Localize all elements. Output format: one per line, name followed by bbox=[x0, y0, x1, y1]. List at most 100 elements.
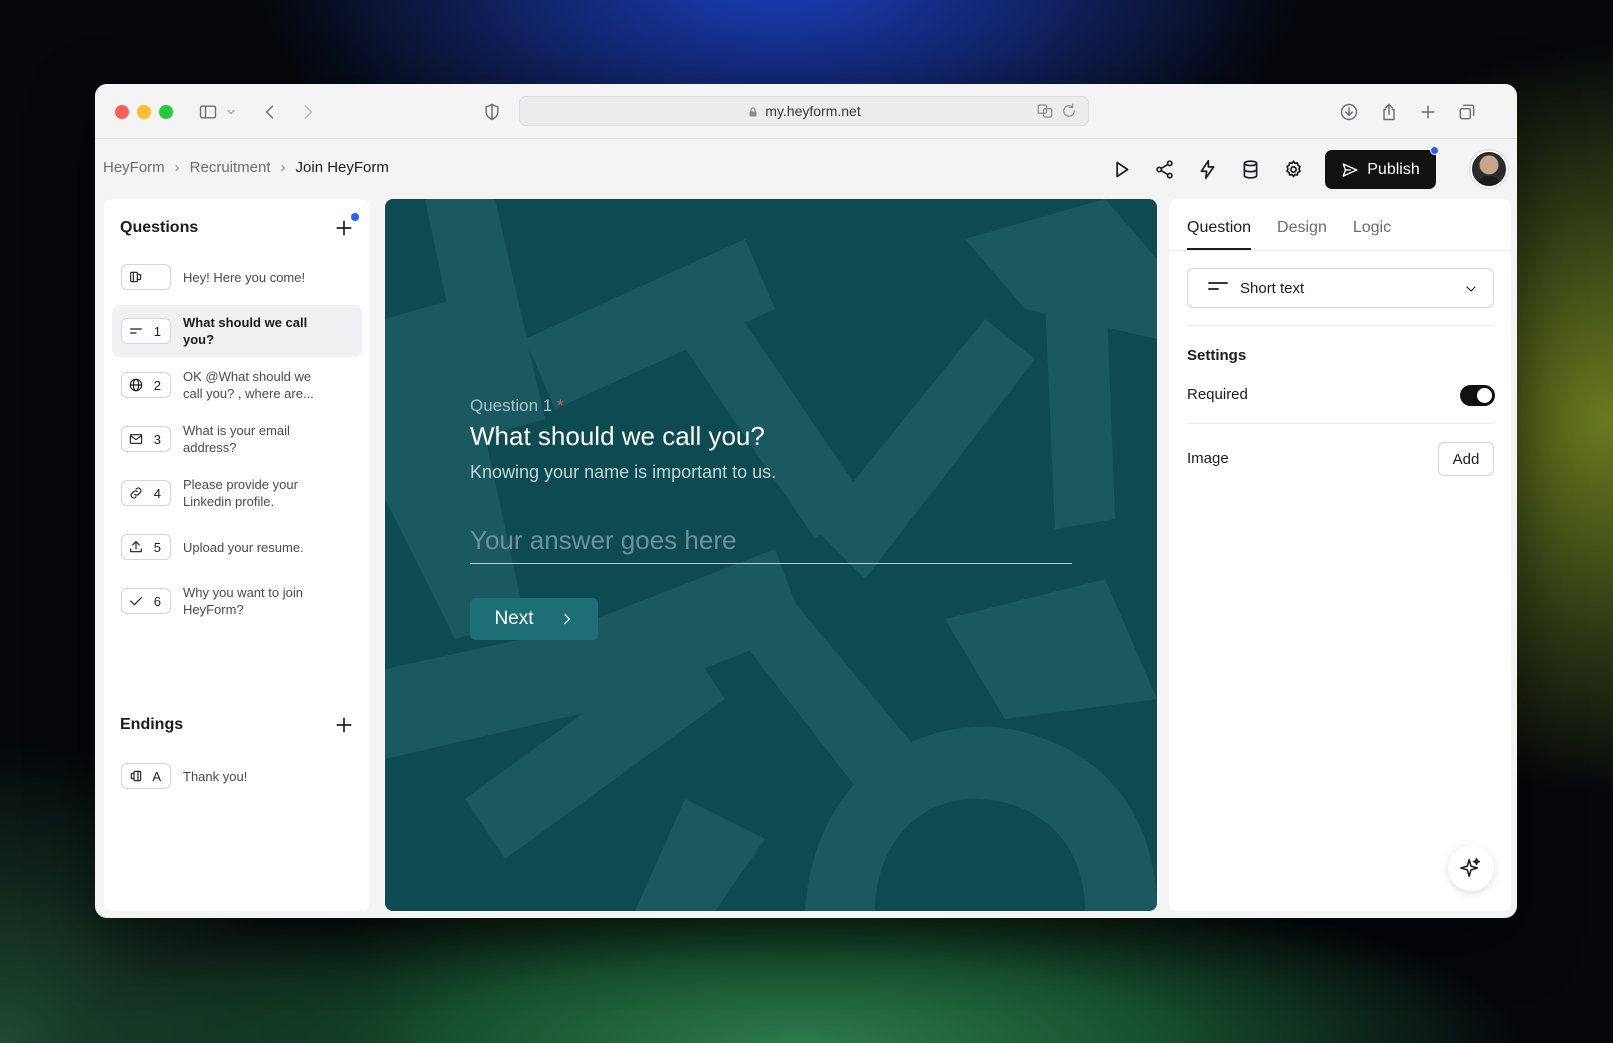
add-ending-button[interactable] bbox=[332, 713, 356, 737]
question-badge: 5 bbox=[121, 534, 171, 560]
question-badge: 3 bbox=[121, 426, 171, 452]
question-label: OK @What should we call you? , where are… bbox=[183, 369, 314, 401]
globe-icon bbox=[129, 378, 143, 392]
breadcrumb-current: Join HeyForm bbox=[295, 159, 389, 176]
question-item-4[interactable]: 4 Please provide your Linkedin profile. bbox=[112, 467, 362, 519]
question-badge: 6 bbox=[121, 588, 171, 614]
form-preview: Question 1 * What should we call you? Kn… bbox=[385, 199, 1157, 911]
question-item-5[interactable]: 5 Upload your resume. bbox=[112, 521, 362, 573]
required-toggle[interactable] bbox=[1460, 385, 1495, 406]
endings-heading: Endings bbox=[120, 716, 184, 733]
address-bar[interactable]: my.heyform.net bbox=[519, 96, 1089, 126]
translate-icon[interactable] bbox=[1036, 102, 1054, 123]
play-icon[interactable] bbox=[1107, 155, 1135, 183]
sidebar-toggle-icon[interactable] bbox=[195, 99, 221, 125]
short-text-icon bbox=[1208, 279, 1228, 297]
question-number: Question 1 * bbox=[470, 396, 564, 415]
divider bbox=[1187, 325, 1494, 326]
questions-panel: Questions Hey! Here you come! 1 What sho… bbox=[104, 199, 370, 911]
check-icon bbox=[130, 597, 142, 606]
tabs-divider bbox=[1169, 250, 1511, 251]
notification-dot bbox=[1430, 146, 1439, 155]
question-badge: 1 bbox=[121, 318, 171, 344]
question-label: Why you want to join HeyForm? bbox=[183, 585, 303, 617]
chevron-right-icon bbox=[563, 613, 570, 625]
plus-icon bbox=[336, 220, 352, 236]
question-type-label: Short text bbox=[1240, 279, 1305, 297]
question-label: What should we call you? bbox=[183, 315, 308, 347]
database-icon[interactable] bbox=[1236, 155, 1264, 183]
tab-question[interactable]: Question bbox=[1187, 199, 1252, 250]
question-title: What should we call you? bbox=[470, 421, 765, 451]
share-sheet-icon[interactable] bbox=[1376, 99, 1402, 125]
breadcrumb-separator-icon: › bbox=[174, 159, 180, 176]
question-item-2[interactable]: 2 OK @What should we call you? , where a… bbox=[112, 359, 362, 411]
privacy-shield-icon[interactable] bbox=[479, 99, 505, 125]
questions-heading: Questions bbox=[120, 219, 199, 236]
close-window-button[interactable] bbox=[115, 105, 129, 119]
tab-overview-icon[interactable] bbox=[1454, 99, 1480, 125]
reload-icon[interactable] bbox=[1060, 102, 1078, 123]
chevron-down-icon[interactable] bbox=[223, 99, 239, 125]
tab-design[interactable]: Design bbox=[1277, 199, 1327, 250]
lightning-icon[interactable] bbox=[1193, 155, 1221, 183]
required-mark: * bbox=[556, 396, 564, 415]
download-icon[interactable] bbox=[1336, 99, 1362, 125]
question-badge: 2 bbox=[121, 372, 171, 398]
breadcrumb-heyform[interactable]: HeyForm bbox=[103, 159, 165, 176]
sparkle-icon bbox=[1460, 858, 1481, 878]
properties-tabs: Question Design Logic bbox=[1187, 199, 1391, 250]
divider bbox=[1187, 423, 1494, 424]
mail-icon bbox=[129, 434, 143, 444]
ai-assistant-button[interactable] bbox=[1448, 845, 1494, 891]
browser-chrome: my.heyform.net bbox=[95, 84, 1517, 139]
share-icon[interactable] bbox=[1150, 155, 1178, 183]
lock-icon bbox=[747, 105, 759, 117]
upload-icon bbox=[130, 541, 142, 553]
answer-input[interactable] bbox=[470, 518, 1072, 564]
app-toolbar: HeyForm › Recruitment › Join HeyForm Pub… bbox=[95, 139, 1517, 197]
new-tab-icon[interactable] bbox=[1415, 99, 1441, 125]
breadcrumb: HeyForm › Recruitment › Join HeyForm bbox=[103, 159, 389, 176]
question-badge bbox=[121, 264, 171, 290]
notification-dot bbox=[351, 213, 359, 221]
question-content: Question 1 * What should we call you? Kn… bbox=[470, 396, 1072, 640]
question-label: Hey! Here you come! bbox=[183, 269, 306, 285]
next-label: Next bbox=[494, 608, 534, 629]
question-label: Please provide your Linkedin profile. bbox=[183, 477, 298, 509]
next-button[interactable]: Next bbox=[470, 598, 598, 640]
send-icon bbox=[1342, 162, 1358, 177]
breadcrumb-separator-icon: › bbox=[280, 159, 286, 176]
question-item-welcome[interactable]: Hey! Here you come! bbox=[112, 251, 362, 303]
question-badge: 4 bbox=[121, 480, 171, 506]
forward-icon[interactable] bbox=[295, 99, 321, 125]
ending-item-a[interactable]: A Thank you! bbox=[112, 750, 362, 802]
toolbar-icons bbox=[1107, 155, 1307, 183]
back-icon[interactable] bbox=[257, 99, 283, 125]
gear-icon[interactable] bbox=[1279, 155, 1307, 183]
ending-badge: A bbox=[121, 763, 171, 789]
question-item-1[interactable]: 1 What should we call you? bbox=[112, 305, 362, 357]
settings-heading: Settings bbox=[1187, 347, 1247, 364]
zoom-window-button[interactable] bbox=[159, 105, 173, 119]
question-item-6[interactable]: 6 Why you want to join HeyForm? bbox=[112, 575, 362, 627]
tab-logic[interactable]: Logic bbox=[1353, 199, 1391, 250]
minimize-window-button[interactable] bbox=[137, 105, 151, 119]
publish-button[interactable]: Publish bbox=[1325, 150, 1436, 189]
avatar[interactable] bbox=[1470, 150, 1508, 188]
required-label: Required bbox=[1187, 386, 1248, 403]
publish-label: Publish bbox=[1367, 160, 1420, 178]
question-description: Knowing your name is important to us. bbox=[470, 462, 777, 482]
ending-icon bbox=[130, 770, 142, 782]
question-item-3[interactable]: 3 What is your email address? bbox=[112, 413, 362, 465]
breadcrumb-recruitment[interactable]: Recruitment bbox=[190, 159, 271, 176]
short-text-icon bbox=[130, 328, 142, 334]
plus-icon bbox=[336, 717, 352, 733]
link-icon bbox=[130, 487, 142, 499]
question-type-select[interactable]: Short text bbox=[1187, 268, 1494, 308]
welcome-icon bbox=[130, 271, 142, 283]
question-label: Upload your resume. bbox=[183, 539, 304, 555]
image-label: Image bbox=[1187, 450, 1229, 467]
add-image-button[interactable]: Add bbox=[1438, 442, 1494, 476]
browser-window: my.heyform.net HeyForm › Recruitment › J… bbox=[95, 84, 1517, 918]
